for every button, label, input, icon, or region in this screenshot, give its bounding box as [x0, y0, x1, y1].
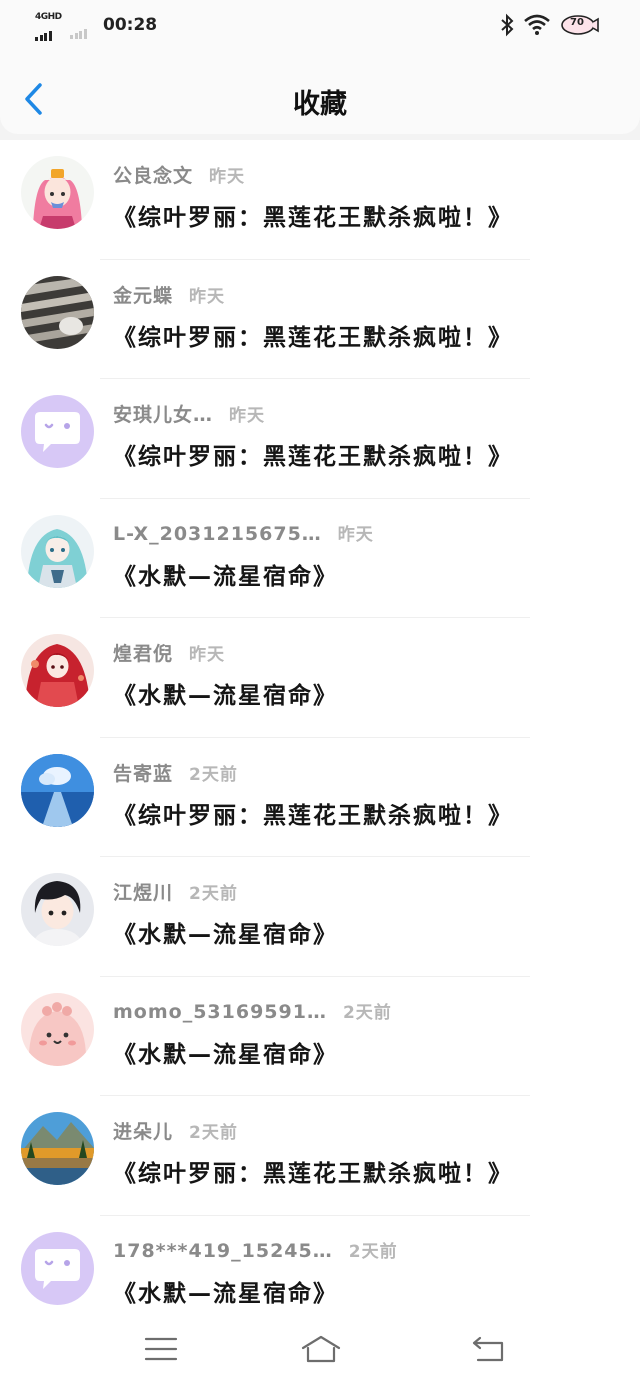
- network-type: 4GHD: [35, 12, 62, 22]
- list-item[interactable]: 进朵儿 2天前 《综叶罗丽：黑莲花王默杀疯啦！》: [0, 1096, 640, 1216]
- item-time: 昨天: [337, 524, 374, 545]
- avatar[interactable]: [21, 753, 94, 827]
- item-meta: 江煜川 2天前: [113, 878, 238, 905]
- book-title: 《综叶罗丽：黑莲花王默杀疯啦！》: [113, 205, 513, 231]
- system-nav-bar: [0, 1320, 640, 1387]
- landscape-avatar-icon: [21, 753, 94, 827]
- signal-icon: [35, 22, 53, 41]
- back-icon[interactable]: [470, 1334, 506, 1364]
- item-meta: 金元蝶 昨天: [113, 281, 225, 308]
- book-title: 《综叶罗丽：黑莲花王默杀疯啦！》: [113, 324, 513, 351]
- menu-icon[interactable]: [143, 1334, 179, 1364]
- battery-level: 70: [570, 17, 584, 28]
- status-time: 00:28: [103, 15, 158, 35]
- pink-blob-avatar-icon: [21, 992, 94, 1066]
- item-meta: 公良念文 昨天: [113, 161, 245, 188]
- user-name: 安琪儿女…: [113, 404, 214, 426]
- item-time: 昨天: [189, 645, 226, 665]
- user-name: 178***419_15245…: [113, 1239, 333, 1262]
- item-meta: momo_53169591… 2天前: [113, 998, 392, 1023]
- book-title: 《综叶罗丽：黑莲花王默杀疯啦！》: [113, 444, 513, 470]
- user-name: 江煜川: [113, 882, 174, 904]
- book-title: 《水默—流星宿命》: [113, 563, 338, 590]
- list-item[interactable]: momo_53169591… 2天前 《水默—流星宿命》: [0, 977, 640, 1096]
- signal-indicator: 4GHD: [35, 12, 63, 41]
- avatar[interactable]: [21, 1231, 94, 1305]
- item-meta: 进朵儿 2天前: [113, 1117, 238, 1144]
- item-time: 2天前: [189, 764, 238, 785]
- anime-girl-avatar-icon: [21, 156, 94, 229]
- signal-icon-sim2: [70, 20, 88, 39]
- list-item[interactable]: 金元蝶 昨天 《综叶罗丽：黑莲花王默杀疯啦！》: [0, 260, 640, 379]
- avatar[interactable]: [21, 275, 94, 349]
- avatar[interactable]: [21, 156, 94, 229]
- wifi-icon: [524, 14, 550, 35]
- list-item[interactable]: 安琪儿女… 昨天 《综叶罗丽：黑莲花王默杀疯啦！》: [0, 379, 640, 499]
- item-time: 2天前: [342, 1002, 392, 1023]
- lake-avatar-icon: [21, 1112, 94, 1185]
- book-title: 《水默—流星宿命》: [113, 1280, 338, 1307]
- item-meta: 煌君倪 昨天: [113, 639, 225, 666]
- list-item[interactable]: 公良念文 昨天 《综叶罗丽：黑莲花王默杀疯啦！》: [0, 140, 640, 260]
- user-name: 公良念文: [113, 165, 194, 187]
- list-item[interactable]: 告寄蓝 2天前 《综叶罗丽：黑莲花王默杀疯啦！》: [0, 738, 640, 857]
- item-time: 2天前: [348, 1241, 398, 1262]
- item-meta: L-X_2031215675… 昨天: [113, 520, 374, 545]
- bluetooth-icon: [501, 13, 514, 37]
- page-title: 收藏: [293, 89, 347, 120]
- user-name: momo_53169591…: [113, 1000, 327, 1023]
- item-meta: 告寄蓝 2天前: [113, 759, 238, 786]
- home-icon[interactable]: [300, 1334, 342, 1364]
- photo-avatar-icon: [21, 275, 94, 349]
- anime-avatar-icon: [21, 514, 94, 588]
- battery-icon: 70: [560, 13, 600, 37]
- item-time: 昨天: [189, 286, 226, 307]
- user-name: 金元蝶: [113, 284, 174, 307]
- avatar[interactable]: [21, 395, 94, 468]
- default-chat-avatar-icon: [21, 395, 94, 468]
- default-chat-avatar-icon: [21, 1231, 94, 1305]
- book-title: 《水默—流星宿命》: [113, 683, 338, 709]
- avatar[interactable]: [21, 514, 94, 588]
- list-item[interactable]: L-X_2031215675… 昨天 《水默—流星宿命》: [0, 499, 640, 618]
- user-name: 煌君倪: [113, 643, 174, 665]
- item-time: 2天前: [189, 884, 238, 904]
- app-header: 收藏: [0, 52, 640, 134]
- book-title: 《水默—流星宿命》: [113, 922, 338, 948]
- avatar[interactable]: [21, 873, 94, 946]
- item-meta: 178***419_15245… 2天前: [113, 1237, 398, 1262]
- user-name: 进朵儿: [113, 1121, 174, 1143]
- item-time: 昨天: [209, 167, 246, 187]
- avatar[interactable]: [21, 1112, 94, 1185]
- book-title: 《水默—流星宿命》: [113, 1041, 338, 1068]
- anime-avatar-icon: [21, 634, 94, 707]
- book-title: 《综叶罗丽：黑莲花王默杀疯啦！》: [113, 1161, 513, 1187]
- user-name: L-X_2031215675…: [113, 522, 322, 545]
- user-name: 告寄蓝: [113, 762, 174, 785]
- item-time: 昨天: [229, 406, 266, 426]
- list-item[interactable]: 江煜川 2天前 《水默—流星宿命》: [0, 857, 640, 977]
- anime-boy-avatar-icon: [21, 873, 94, 946]
- list-item[interactable]: 178***419_15245… 2天前 《水默—流星宿命》: [0, 1216, 640, 1336]
- item-meta: 安琪儿女… 昨天: [113, 400, 265, 427]
- favorites-list: 公良念文 昨天 《综叶罗丽：黑莲花王默杀疯啦！》 金元蝶 昨天 《综叶罗丽：黑莲花王…: [0, 140, 640, 1335]
- status-bar: 4GHD 00:28 70: [0, 0, 640, 52]
- avatar[interactable]: [21, 992, 94, 1066]
- item-time: 2天前: [189, 1123, 238, 1143]
- book-title: 《综叶罗丽：黑莲花王默杀疯啦！》: [113, 802, 513, 829]
- avatar[interactable]: [21, 634, 94, 707]
- list-item[interactable]: 煌君倪 昨天 《水默—流星宿命》: [0, 618, 640, 738]
